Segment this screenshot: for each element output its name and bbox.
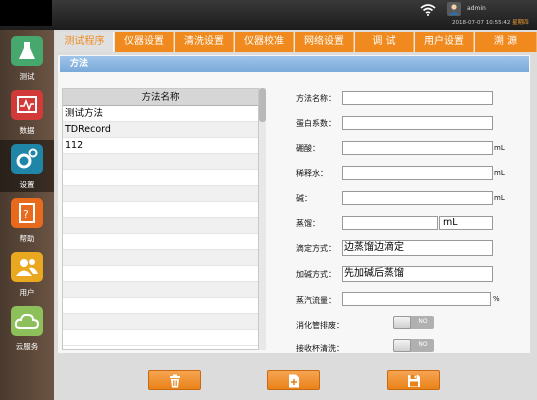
boric-acid-input[interactable]: [342, 141, 493, 155]
sidebar-item-label: 用户: [19, 288, 35, 297]
tab-user-settings[interactable]: 用户设置: [415, 32, 474, 52]
list-item-empty[interactable]: [63, 170, 258, 186]
list-item-empty[interactable]: [63, 250, 258, 266]
save-disk-icon: [408, 375, 420, 387]
steam-flow-label: 蒸汽流量：: [296, 296, 336, 305]
list-item[interactable]: 112: [63, 138, 258, 154]
digest-tube-drain-label: 消化管排废：: [296, 321, 344, 330]
help-book-icon: ?: [11, 198, 43, 228]
method-name-input[interactable]: [342, 91, 493, 105]
list-item-empty[interactable]: [63, 218, 258, 234]
list-scrollbar[interactable]: [259, 88, 266, 350]
date-time-text: 2018-07-07 10:55:42: [452, 20, 511, 26]
cloud-icon: [11, 306, 43, 336]
titration-mode-select[interactable]: 边蒸馏边滴定: [342, 240, 493, 256]
user-name: admin: [467, 5, 486, 12]
alkali-label: 碱：: [296, 194, 312, 203]
sidebar-item-users[interactable]: 用户: [0, 248, 54, 300]
alkali-unit: mL: [494, 194, 505, 202]
titration-mode-label: 滴定方式：: [296, 244, 336, 253]
tab-traceability[interactable]: 溯 源: [475, 32, 537, 52]
method-name-label: 方法名称：: [296, 94, 336, 103]
steam-flow-unit: %: [493, 295, 500, 303]
sidebar-item-label: 测试: [19, 72, 35, 81]
tab-test-program[interactable]: 测试程序: [56, 32, 114, 52]
wifi-icon: [420, 4, 436, 16]
tab-cleaning-settings[interactable]: 清洗设置: [175, 32, 234, 52]
chart-icon: [11, 90, 43, 120]
list-item-empty[interactable]: [63, 330, 258, 346]
dilution-water-input[interactable]: [342, 166, 493, 180]
dilution-water-unit: mL: [494, 169, 505, 177]
svg-text:?: ?: [23, 208, 29, 221]
toggle-state: NO: [418, 318, 428, 325]
list-item-empty[interactable]: [63, 266, 258, 282]
dilution-water-label: 稀释水：: [296, 169, 328, 178]
method-list: 方法名称 测试方法 TDRecord 112: [62, 88, 259, 350]
users-icon: [11, 252, 43, 282]
list-item-empty[interactable]: [63, 234, 258, 250]
delete-button[interactable]: [148, 370, 201, 390]
list-item-empty[interactable]: [63, 314, 258, 330]
receiver-cup-clean-label: 接收杯清洗：: [296, 344, 344, 353]
sidebar-item-label: 设置: [19, 180, 35, 189]
sidebar-item-help[interactable]: ? 帮助: [0, 194, 54, 246]
distill-input[interactable]: [342, 216, 438, 230]
list-item[interactable]: 测试方法: [63, 106, 258, 122]
sidebar: 测试 数据 设置 ? 帮助 用户 云服务: [0, 30, 54, 400]
list-item[interactable]: TDRecord: [63, 122, 258, 138]
boric-acid-label: 硼酸：: [296, 144, 320, 153]
sidebar-item-test[interactable]: 测试: [0, 32, 54, 84]
list-header: 方法名称: [63, 89, 258, 106]
tab-instrument-settings[interactable]: 仪器设置: [115, 32, 174, 52]
protein-factor-input[interactable]: [342, 116, 493, 130]
tab-bar: 测试程序 仪器设置 清洗设置 仪器校准 网络设置 调 试 用户设置 溯 源: [56, 32, 537, 52]
protein-factor-label: 蛋白系数：: [296, 119, 336, 128]
panel-title: 方法: [60, 56, 529, 72]
alkali-mode-select[interactable]: 先加碱后蒸馏: [342, 266, 493, 282]
alkali-mode-label: 加碱方式：: [296, 270, 336, 279]
weekday-text: 星期四: [512, 20, 529, 26]
steam-flow-input[interactable]: [342, 292, 491, 306]
list-item-empty[interactable]: [63, 186, 258, 202]
sidebar-item-label: 云服务: [15, 342, 39, 351]
digest-tube-drain-toggle[interactable]: NO: [393, 316, 434, 329]
tab-network-settings[interactable]: 网络设置: [295, 32, 354, 52]
toggle-knob: [393, 339, 411, 352]
tab-calibration[interactable]: 仪器校准: [235, 32, 294, 52]
sidebar-item-label: 数据: [19, 126, 35, 135]
tab-debug[interactable]: 调 试: [355, 32, 414, 52]
list-item-empty[interactable]: [63, 202, 258, 218]
boric-acid-unit: mL: [494, 144, 505, 152]
gear-icon: [11, 144, 43, 174]
user-avatar-icon[interactable]: [447, 2, 461, 16]
list-item-empty[interactable]: [63, 282, 258, 298]
save-button[interactable]: [387, 370, 440, 390]
list-item-empty[interactable]: [63, 298, 258, 314]
add-file-icon: [289, 374, 299, 388]
list-item-empty[interactable]: [63, 154, 258, 170]
sidebar-item-cloud[interactable]: 云服务: [0, 302, 54, 354]
toggle-knob: [393, 316, 411, 329]
trash-icon: [170, 374, 180, 388]
top-status-bar: admin 2018-07-07 10:55:42 星期四: [0, 0, 537, 30]
receiver-cup-clean-toggle[interactable]: NO: [393, 339, 434, 352]
add-method-button[interactable]: [267, 370, 320, 390]
scrollbar-thumb[interactable]: [259, 88, 266, 122]
logo: [0, 0, 52, 26]
toggle-state: NO: [418, 341, 428, 348]
sidebar-item-settings[interactable]: 设置: [0, 140, 54, 192]
flask-icon: [11, 36, 43, 66]
distill-unit-select[interactable]: mL: [439, 216, 493, 230]
datetime: 2018-07-07 10:55:42 星期四: [452, 18, 529, 26]
distill-label: 蒸馏：: [296, 219, 320, 228]
sidebar-item-data[interactable]: 数据: [0, 86, 54, 138]
alkali-input[interactable]: [342, 191, 493, 205]
sidebar-item-label: 帮助: [19, 234, 35, 243]
